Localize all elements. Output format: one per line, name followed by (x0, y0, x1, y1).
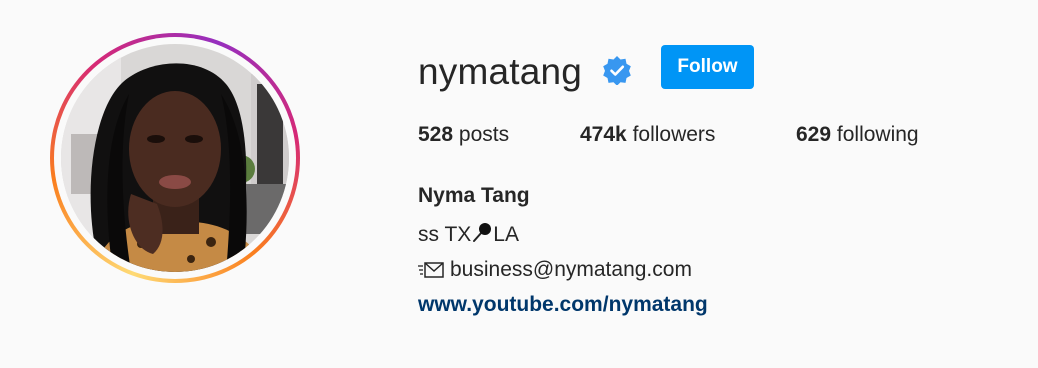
following-label: following (836, 123, 919, 146)
follow-button[interactable]: Follow (661, 45, 754, 89)
business-email: business@nymatang.com (450, 258, 692, 281)
bio-location: ss TX LA (418, 221, 519, 249)
pushpin-icon (471, 221, 493, 243)
following-count: 629 (796, 123, 832, 146)
username: nymatang (418, 51, 583, 92)
avatar-photo-illustration (61, 44, 289, 272)
location-suffix: LA (493, 223, 519, 246)
website-link[interactable]: www.youtube.com/nymatang (418, 291, 708, 319)
posts-label: posts (458, 123, 510, 146)
posts-count: 528 (418, 123, 454, 146)
followers-count: 474k (580, 123, 627, 146)
posts-count-stat: 528 posts (418, 121, 509, 149)
following-link[interactable]: 629 following (796, 121, 919, 149)
followers-label: followers (632, 123, 716, 146)
avatar[interactable] (61, 44, 289, 272)
bio-email-line: business@nymatang.com (418, 256, 692, 284)
location-prefix: ss TX (418, 223, 472, 246)
verified-badge-icon (602, 55, 632, 86)
profile-avatar-ring[interactable] (50, 33, 300, 283)
envelope-icon (418, 260, 444, 280)
followers-link[interactable]: 474k followers (580, 121, 715, 149)
full-name: Nyma Tang (418, 184, 530, 207)
